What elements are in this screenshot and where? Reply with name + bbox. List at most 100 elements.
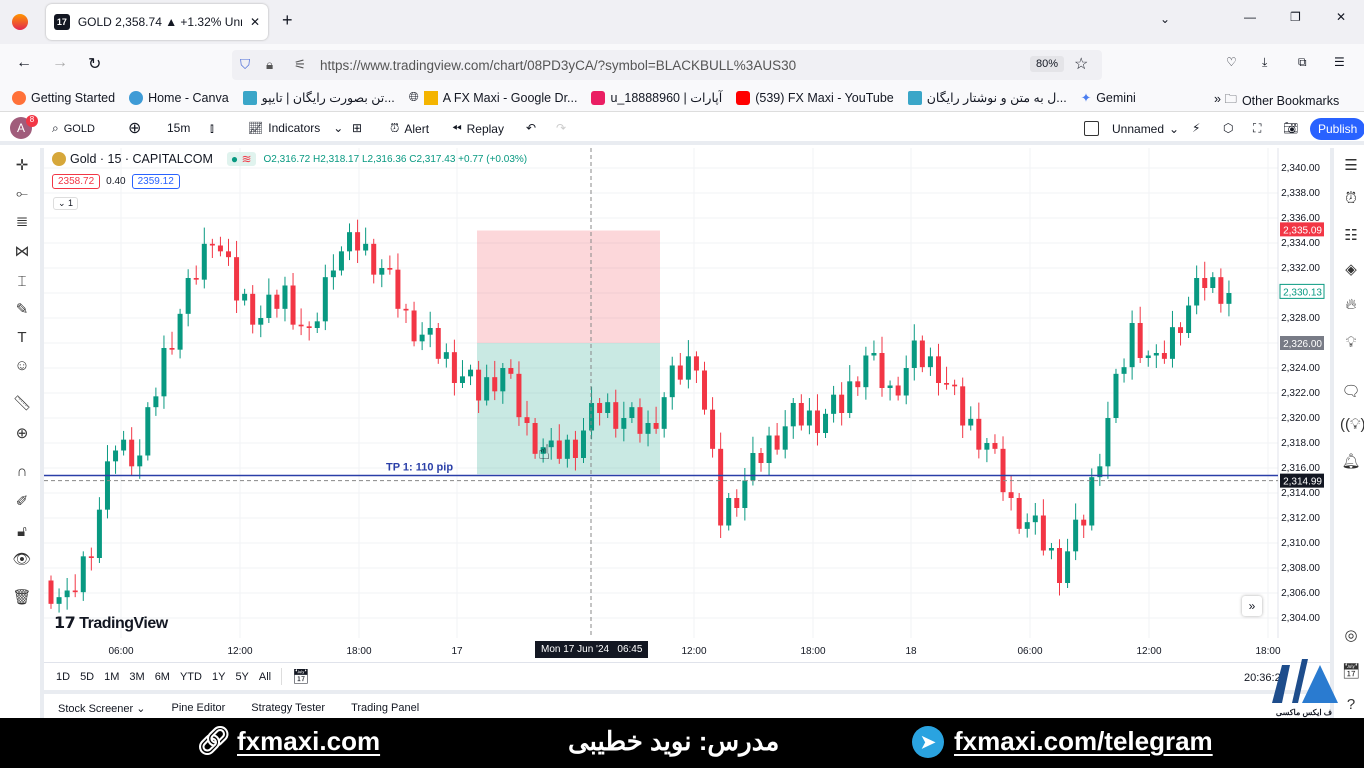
back-icon[interactable]: ← [16, 54, 32, 72]
price-chart[interactable]: 2,340.00 2,338.00 2,336.00 2,334.00 2,332.00… [44, 148, 1330, 660]
lock-icon[interactable]: 🔓︎ [12, 522, 32, 542]
site-link[interactable]: fxmaxi.com [237, 726, 380, 757]
range-5d[interactable]: 5D [80, 671, 94, 683]
symbol-title[interactable]: Gold · 15 · CAPITALCOM [70, 152, 213, 166]
pattern-icon[interactable]: ⋈ [12, 242, 32, 262]
close-tab-icon[interactable]: ✕ [250, 15, 260, 29]
maximize-icon[interactable]: ❐ [1290, 10, 1301, 24]
tab-pine-editor[interactable]: Pine Editor [171, 702, 225, 718]
snapshot-camera-icon[interactable]: 📷︎ [1283, 121, 1298, 135]
hotlist-fire-icon[interactable]: 🔥︎ [1340, 296, 1362, 318]
fib-lines-icon[interactable]: ≣ [12, 212, 32, 232]
emoji-icon[interactable]: ☺ [12, 356, 32, 376]
bookmark-item[interactable]: (539) FX Maxi - YouTube [736, 90, 894, 105]
magnet-icon[interactable]: ∩ [12, 462, 32, 482]
streams-icon[interactable]: ((💡︎)) [1340, 416, 1364, 438]
range-5y[interactable]: 5Y [235, 671, 248, 683]
sell-button[interactable]: 2358.72 [52, 174, 101, 189]
crosshair-icon[interactable]: ✛ [12, 156, 32, 176]
price-tick-label: 2,318.00 [1281, 438, 1320, 449]
calendar-icon[interactable]: 📅︎ [1340, 662, 1362, 684]
indicators-button[interactable]: 📈︎ Indicators ⌄ [248, 121, 343, 135]
bookmark-item[interactable]: ✦ Gemini [1081, 90, 1136, 106]
new-tab-icon[interactable]: + [282, 10, 293, 31]
extensions-icon[interactable]: ⧉ [1298, 55, 1307, 70]
range-ytd[interactable]: YTD [180, 671, 202, 683]
buy-button[interactable]: 2359.12 [131, 174, 180, 189]
tab-list-chevron-icon[interactable]: ⌄ [1160, 12, 1170, 26]
teacher-name: مدرس: نوید خطیبی [568, 726, 780, 756]
other-bookmarks[interactable]: » 🗀︎ Other Bookmarks [1214, 90, 1339, 111]
browser-tab[interactable]: 17 GOLD 2,358.74 ▲ +1.32% Unna ✕ [46, 4, 268, 40]
watchlist-icon[interactable]: ☰ [1340, 156, 1362, 178]
avatar[interactable]: A8 [10, 115, 38, 139]
bookmark-item[interactable]: u_18888960 | آپارات [591, 90, 722, 105]
layout-name-button[interactable]: Unnamed ⌄ [1084, 121, 1179, 136]
range-1m[interactable]: 1M [104, 671, 119, 683]
tradingview-favicon-icon: 17 [54, 14, 70, 30]
minimize-icon[interactable]: — [1244, 10, 1256, 24]
forward-icon[interactable]: → [52, 54, 68, 72]
telegram-link[interactable]: fxmaxi.com/telegram [954, 726, 1213, 757]
candle-body [96, 509, 102, 558]
add-list-icon[interactable]: ☷ [1340, 226, 1362, 248]
bookmark-item[interactable]: 🌐︎ A FX Maxi - Google Dr... [409, 90, 577, 105]
interval-button[interactable]: 15m [167, 121, 190, 135]
redo-icon[interactable]: ↷ [556, 121, 566, 135]
zoom-level[interactable]: 80% [1030, 56, 1065, 72]
download-icon[interactable]: ⤓ [1262, 55, 1267, 70]
range-6m[interactable]: 6M [155, 671, 170, 683]
range-1y[interactable]: 1Y [212, 671, 225, 683]
collapse-legend-button[interactable]: ⌄ 1 [53, 197, 79, 210]
alerts-clock-icon[interactable]: ⏰︎ [1340, 190, 1362, 212]
goto-date-calendar-icon[interactable]: 📅︎ [281, 668, 310, 685]
undo-icon[interactable]: ↶ [526, 121, 536, 135]
ruler-icon[interactable]: 📏︎ [12, 394, 32, 414]
zoom-in-icon[interactable]: ⊕ [12, 424, 32, 444]
range-all[interactable]: All [259, 671, 271, 683]
tab-stock-screener[interactable]: Stock Screener ⌄ [58, 702, 145, 718]
alert-button[interactable]: ⏰︎ Alert [390, 121, 429, 136]
tab-trading-panel[interactable]: Trading Panel [351, 702, 419, 718]
bookmark-star-icon[interactable]: ☆ [1074, 54, 1088, 74]
scroll-to-realtime-icon[interactable]: » [1242, 596, 1262, 616]
candle-body [952, 384, 958, 387]
tab-strategy-tester[interactable]: Strategy Tester [251, 702, 325, 718]
range-1d[interactable]: 1D [56, 671, 70, 683]
trash-icon[interactable]: 🗑︎ [12, 588, 32, 608]
lock-drawing-icon[interactable]: ✐ [12, 492, 32, 512]
candle-body [1178, 327, 1184, 333]
pocket-icon[interactable]: ♡ [1226, 55, 1237, 69]
bookmark-item[interactable]: ل به متن و نوشتار رایگان... [907, 90, 1067, 105]
url-bar[interactable]: ⛉ 🔒︎ ⚟ https://www.tradingview.com/chart… [232, 50, 1102, 80]
ideas-bulb-icon[interactable]: 💡︎ [1340, 334, 1362, 356]
menu-icon[interactable]: ☰ [1334, 55, 1345, 69]
measure-icon[interactable]: ⌶ [12, 272, 32, 292]
bookmark-item[interactable]: Getting Started [12, 90, 115, 105]
close-window-icon[interactable]: ✕ [1336, 10, 1346, 24]
bookmark-item[interactable]: تن بصورت رایگان | تایپو... [242, 90, 395, 105]
notifications-bell-icon[interactable]: 🔔︎ [1340, 452, 1362, 474]
settings-icon[interactable]: ⬡ [1223, 121, 1233, 135]
layers-icon[interactable]: ◈ [1340, 260, 1362, 282]
brush-icon[interactable]: ✎ [12, 300, 32, 320]
trend-line-icon[interactable]: ⟜ [12, 184, 32, 204]
eye-icon[interactable]: 👁︎ [12, 550, 32, 570]
publish-button[interactable]: Publish [1310, 118, 1364, 140]
range-3m[interactable]: 3M [129, 671, 144, 683]
fullscreen-icon[interactable]: ⛶ [1253, 121, 1261, 136]
quick-search-icon[interactable]: ⚡︎ [1192, 121, 1200, 135]
compare-add-icon[interactable]: ⊕ [128, 118, 141, 138]
target-icon[interactable]: ◎ [1340, 626, 1362, 648]
symbol-search[interactable]: ⌕ GOLD [52, 121, 95, 136]
chat-icon[interactable]: 🗨︎ [1340, 382, 1362, 404]
layouts-icon[interactable]: ⊞ [352, 121, 362, 135]
candle-body [355, 232, 361, 251]
chart-type-candles-icon[interactable]: ⫾ [210, 121, 214, 136]
text-icon[interactable]: T [12, 328, 32, 348]
bookmark-item[interactable]: Home - Canva [129, 90, 229, 105]
reload-icon[interactable]: ↻ [88, 54, 101, 74]
replay-button[interactable]: ⏪︎ Replay [452, 121, 504, 136]
help-icon[interactable]: ? [1340, 696, 1362, 718]
candle-body [677, 365, 683, 380]
